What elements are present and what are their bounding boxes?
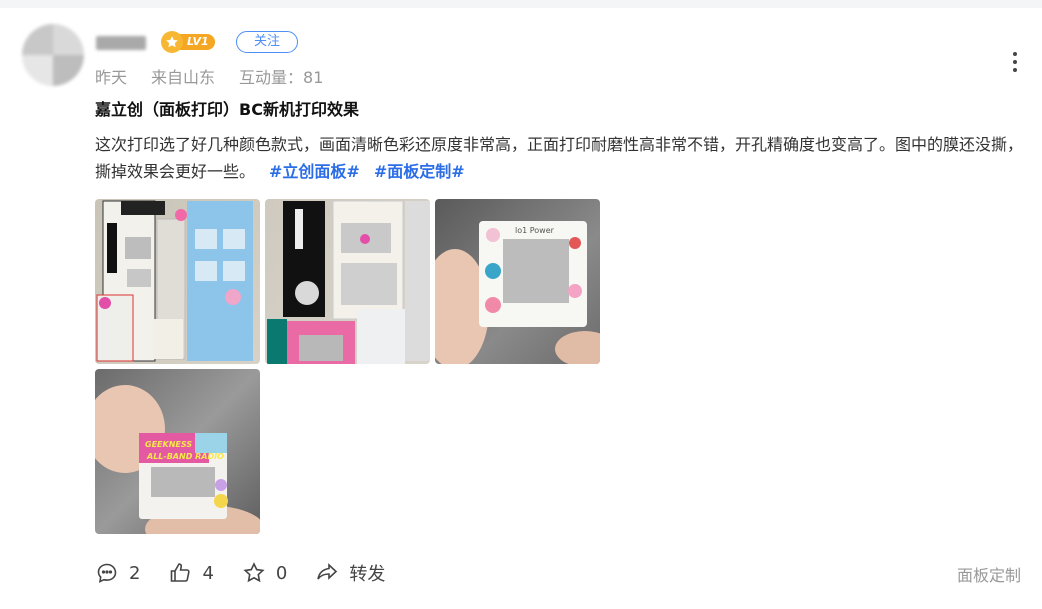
share-icon	[317, 563, 338, 580]
share-label: 转发	[349, 564, 386, 585]
post-title: 嘉立创（面板打印）BC新机打印效果	[95, 100, 359, 119]
hashtag-link[interactable]: #面板定制#	[374, 162, 465, 181]
comment-button[interactable]: 2	[95, 561, 140, 585]
thumbs-up-icon	[171, 563, 191, 582]
more-options-icon[interactable]	[1008, 52, 1022, 72]
post-image[interactable]: lo1 Power	[435, 199, 600, 364]
favorite-button[interactable]: 0	[242, 561, 287, 585]
favorite-count: 0	[275, 562, 288, 584]
avatar[interactable]	[22, 24, 84, 86]
like-button[interactable]: 4	[168, 561, 214, 585]
top-bar	[0, 0, 1042, 8]
star-outline-icon	[243, 562, 265, 583]
panel-text-line1: GEEKNESS	[145, 440, 192, 449]
post-meta: 昨天 来自山东 互动量：81	[95, 64, 323, 88]
interaction-count: 互动量：81	[239, 68, 324, 87]
panel-text-line2: ALL-BAND RADIO	[146, 452, 224, 461]
comment-icon	[97, 563, 117, 583]
follow-button[interactable]: 关注	[236, 31, 298, 53]
panel-label: lo1 Power	[515, 226, 555, 235]
post-body: 这次打印选了好几种颜色款式，画面清晰色彩还原度非常高，正面打印耐磨性高非常不错，…	[95, 131, 1030, 185]
post-time: 昨天	[95, 68, 128, 87]
like-count: 4	[202, 562, 214, 584]
comment-count: 2	[129, 562, 141, 584]
post-text: 这次打印选了好几种颜色款式，画面清晰色彩还原度非常高，正面打印耐磨性高非常不错，…	[95, 135, 1024, 181]
action-bar: 2 4 0 转发	[95, 560, 413, 586]
post-location: 来自山东	[151, 68, 216, 87]
level-badge: LV1	[161, 31, 215, 53]
hashtag-link[interactable]: #立创面板#	[269, 162, 360, 181]
topic-tag[interactable]: 面板定制	[957, 562, 1021, 586]
post-image[interactable]	[265, 199, 430, 364]
share-button[interactable]: 转发	[315, 560, 385, 586]
post-image[interactable]	[95, 199, 260, 364]
star-icon	[161, 31, 183, 53]
post-image[interactable]: GEEKNESS ALL-BAND RADIO	[95, 369, 260, 534]
username[interactable]	[96, 36, 146, 50]
